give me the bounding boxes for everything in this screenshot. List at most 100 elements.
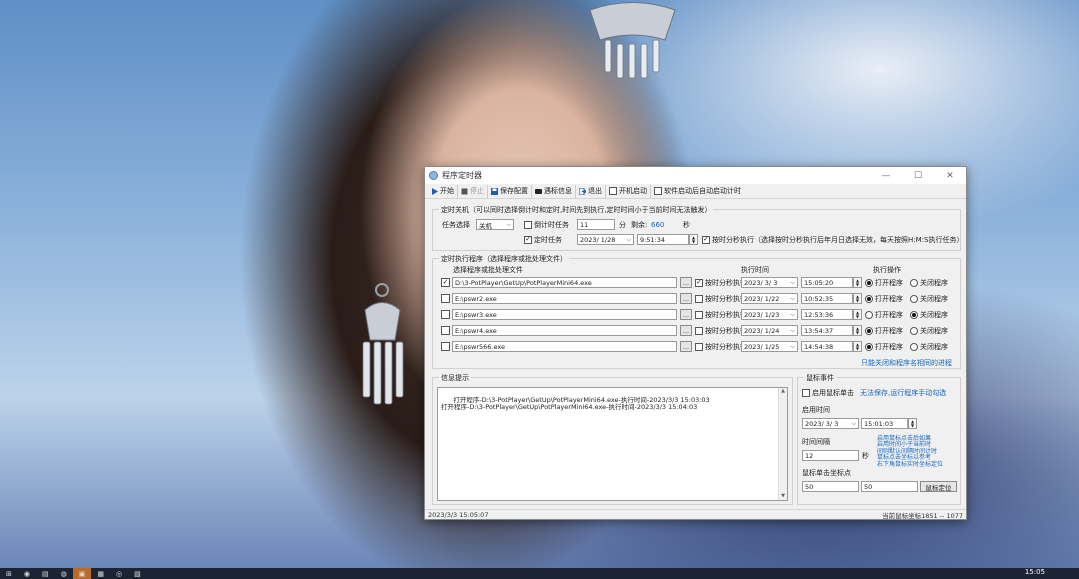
program-date-picker[interactable]: 2023/ 3/ 3 ⌵ [741, 277, 798, 288]
program-date-picker[interactable]: 2023/ 1/25 ⌵ [741, 341, 798, 352]
stop-button[interactable]: 停止 [458, 184, 488, 198]
program-enable-checkbox[interactable] [441, 310, 450, 319]
autostart-checkbox[interactable]: 开机启动 [606, 184, 651, 198]
program-path-input[interactable]: E:\pswr4.exe [452, 325, 677, 336]
close-program-radio[interactable]: 关闭程序 [910, 309, 948, 320]
close-radio-button[interactable] [910, 342, 918, 351]
countdown-minutes-input[interactable]: 11 [577, 219, 615, 230]
close-program-radio[interactable]: 关闭程序 [910, 293, 948, 304]
program-time-spinner[interactable]: ▲ ▼ [853, 309, 862, 320]
mouse-start-date-picker[interactable]: 2023/ 3/ 3 ⌵ [802, 418, 859, 429]
daily-checkbox[interactable]: 按时分秒执行 [695, 325, 747, 336]
daily-checkbox[interactable]: 按时分秒执行 [695, 309, 747, 320]
close-icon[interactable]: ✕ [934, 167, 966, 184]
program-time-input[interactable]: 15:05:20 [801, 277, 853, 288]
task-select[interactable]: 关机 ⌵ [476, 219, 514, 230]
open-radio-button[interactable] [865, 294, 873, 303]
open-program-radio[interactable]: 打开程序 [865, 325, 903, 336]
daily-checkbox[interactable]: 按时分秒执行 [695, 341, 747, 352]
browse-button[interactable]: ... [680, 293, 692, 304]
taskbar-app-icon[interactable]: ▤ [36, 568, 55, 579]
program-time-spinner[interactable]: ▲ ▼ [853, 277, 862, 288]
timed-task-check-box[interactable]: ✓ [524, 235, 532, 244]
countdown-check-box[interactable] [524, 220, 532, 229]
open-program-radio[interactable]: 打开程序 [865, 341, 903, 352]
save-config-button[interactable]: 保存配置 [488, 184, 532, 198]
taskbar-app-icon[interactable]: ◎ [110, 568, 128, 579]
scroll-down-icon[interactable]: ▼ [781, 493, 785, 500]
enable-mouse-click-check-box[interactable] [802, 388, 810, 397]
scroll-up-icon[interactable]: ▲ [781, 388, 785, 395]
taskbar-clock[interactable]: 15:05 [1025, 568, 1045, 576]
open-program-radio[interactable]: 打开程序 [865, 277, 903, 288]
timed-task-checkbox[interactable]: ✓ 定时任务 [524, 234, 562, 245]
program-date-picker[interactable]: 2023/ 1/23 ⌵ [741, 309, 798, 320]
mouse-info-button[interactable]: 遇标信息 [532, 184, 576, 198]
browse-button[interactable]: ... [680, 277, 692, 288]
program-path-input[interactable]: E:\pswr2.exe [452, 293, 677, 304]
coord-x-input[interactable]: 50 [802, 481, 859, 492]
program-enable-checkbox[interactable] [441, 294, 450, 303]
program-date-picker[interactable]: 2023/ 1/24 ⌵ [741, 325, 798, 336]
program-enable-checkbox[interactable] [441, 326, 450, 335]
open-program-radio[interactable]: 打开程序 [865, 293, 903, 304]
program-time-input[interactable]: 10:52:35 [801, 293, 853, 304]
browse-button[interactable]: ... [680, 325, 692, 336]
process-note-link[interactable]: 只能关闭和程序名相同的进程 [861, 357, 952, 368]
program-path-input[interactable]: D:\3-PotPlayer\GetUp\PotPlayerMini64.exe [452, 277, 677, 288]
daily-checkbox[interactable]: ✓ 按时分秒执行 [695, 277, 747, 288]
taskbar-app-icon[interactable]: ◉ [18, 568, 36, 579]
auto-run-check-box[interactable] [654, 187, 662, 195]
close-radio-button[interactable] [910, 310, 918, 319]
log-scrollbar[interactable]: ▲ ▼ [778, 388, 787, 500]
daily-check-box[interactable]: ✓ [695, 278, 703, 287]
start-button[interactable]: 开始 [428, 184, 458, 198]
program-path-input[interactable]: E:\pswr566.exe [452, 341, 677, 352]
taskbar-app-icon[interactable]: ▦ [91, 568, 110, 579]
close-program-radio[interactable]: 关闭程序 [910, 325, 948, 336]
program-time-spinner[interactable]: ▲ ▼ [853, 325, 862, 336]
daily-check-box[interactable] [695, 310, 703, 319]
program-enable-checkbox[interactable]: ✓ [441, 278, 450, 287]
daily-checkbox[interactable]: 按时分秒执行 [695, 293, 747, 304]
interval-input[interactable]: 12 [802, 450, 859, 461]
timed-time-input[interactable]: 9:51:34 [637, 234, 689, 245]
program-time-spinner[interactable]: ▲ ▼ [853, 341, 862, 352]
taskbar-start-icon[interactable]: ⊞ [0, 568, 18, 579]
taskbar-app-icon[interactable]: ▧ [128, 568, 147, 579]
program-time-input[interactable]: 13:54:37 [801, 325, 853, 336]
coord-y-input[interactable]: 50 [861, 481, 918, 492]
minimize-icon[interactable]: — [870, 167, 902, 184]
open-radio-button[interactable] [865, 278, 873, 287]
close-radio-button[interactable] [910, 278, 918, 287]
timed-time-spinner[interactable]: ▲ ▼ [689, 234, 698, 245]
taskbar-app-icon[interactable]: ◍ [55, 568, 73, 579]
close-program-radio[interactable]: 关闭程序 [910, 277, 948, 288]
mouse-locate-button[interactable]: 鼠标定位 [920, 481, 957, 492]
close-program-radio[interactable]: 关闭程序 [910, 341, 948, 352]
auto-run-checkbox[interactable]: 软件启动后自动启动计时 [651, 185, 744, 198]
open-radio-button[interactable] [865, 310, 873, 319]
countdown-checkbox[interactable]: 倒计时任务 [524, 219, 569, 230]
info-log-textarea[interactable]: 打开程序-D:\3-PotPlayer\GetUp\PotPlayerMini6… [437, 387, 788, 501]
maximize-icon[interactable]: ☐ [902, 167, 934, 184]
program-time-input[interactable]: 14:54:38 [801, 341, 853, 352]
close-radio-button[interactable] [910, 326, 918, 335]
program-time-spinner[interactable]: ▲ ▼ [853, 293, 862, 304]
enable-mouse-click-checkbox[interactable]: 启用鼠标单击 [802, 387, 854, 398]
mouse-start-time-input[interactable]: 15:01:03 [861, 418, 908, 429]
program-time-input[interactable]: 12:53:36 [801, 309, 853, 320]
mouse-start-time-spinner[interactable]: ▲ ▼ [908, 418, 917, 429]
taskbar-app-active[interactable]: ▣ [72, 568, 92, 579]
title-bar[interactable]: 程序定时器 — ☐ ✕ [425, 167, 966, 184]
daily-execute-check-box[interactable]: ✓ [702, 235, 710, 244]
autostart-check-box[interactable] [609, 187, 617, 195]
daily-execute-checkbox[interactable]: ✓ 按时分秒执行（选择按时分秒执行后年月日选择无效，每天按照H:M:S执行任务） [702, 234, 963, 245]
exit-button[interactable]: 退出 [576, 184, 606, 198]
program-enable-checkbox[interactable] [441, 342, 450, 351]
program-date-picker[interactable]: 2023/ 1/22 ⌵ [741, 293, 798, 304]
timed-date-picker[interactable]: 2023/ 1/28 ⌵ [577, 234, 634, 245]
close-radio-button[interactable] [910, 294, 918, 303]
open-radio-button[interactable] [865, 342, 873, 351]
daily-check-box[interactable] [695, 342, 703, 351]
